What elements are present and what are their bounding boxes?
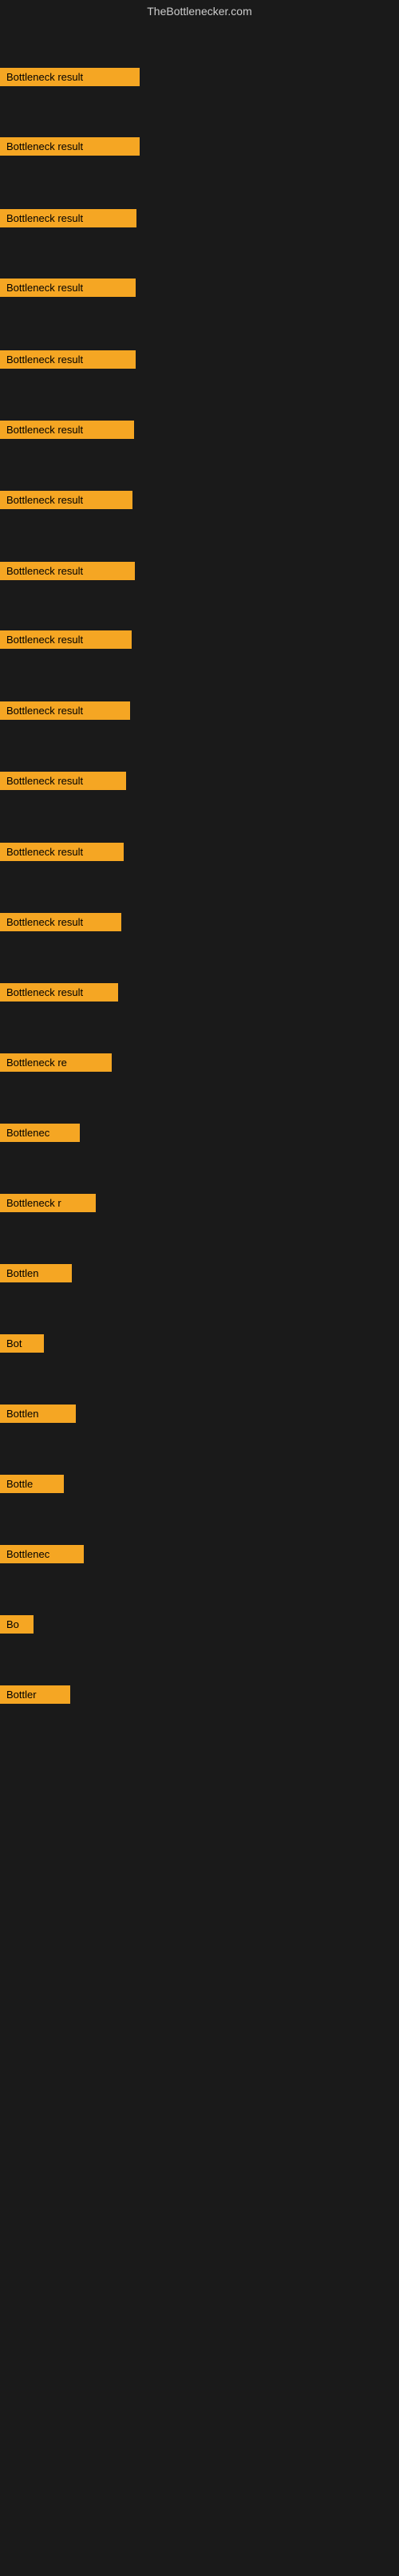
bottleneck-result-item[interactable]: Bottleneck result	[0, 68, 140, 86]
bottleneck-result-item[interactable]: Bottlenec	[0, 1124, 80, 1142]
bottleneck-result-item[interactable]: Bottleneck result	[0, 279, 136, 297]
bottleneck-result-item[interactable]: Bottleneck result	[0, 772, 126, 790]
bottleneck-result-item[interactable]: Bo	[0, 1615, 34, 1634]
bottleneck-result-item[interactable]: Bottleneck result	[0, 843, 124, 861]
bottleneck-result-item[interactable]: Bottleneck result	[0, 350, 136, 369]
bottleneck-result-item[interactable]: Bottleneck result	[0, 491, 132, 509]
bottleneck-result-item[interactable]: Bottleneck result	[0, 137, 140, 156]
site-title: TheBottlenecker.com	[0, 0, 399, 22]
bottleneck-result-item[interactable]: Bottleneck result	[0, 983, 118, 1002]
bottleneck-result-item[interactable]: Bottleneck re	[0, 1053, 112, 1072]
bottleneck-result-item[interactable]: Bottleneck result	[0, 701, 130, 720]
bottleneck-result-item[interactable]: Bottleneck result	[0, 209, 136, 227]
bottleneck-result-item[interactable]: Bot	[0, 1334, 44, 1353]
bottleneck-result-item[interactable]: Bottleneck result	[0, 913, 121, 931]
bottleneck-result-item[interactable]: Bottler	[0, 1685, 70, 1704]
bottleneck-result-item[interactable]: Bottleneck r	[0, 1194, 96, 1212]
bottleneck-result-item[interactable]: Bottle	[0, 1475, 64, 1493]
site-title-text: TheBottlenecker.com	[147, 5, 252, 18]
bottleneck-result-item[interactable]: Bottleneck result	[0, 630, 132, 649]
bottleneck-result-item[interactable]: Bottlen	[0, 1405, 76, 1423]
bottleneck-result-item[interactable]: Bottleneck result	[0, 562, 135, 580]
bottleneck-result-item[interactable]: Bottleneck result	[0, 421, 134, 439]
bottleneck-result-item[interactable]: Bottlen	[0, 1264, 72, 1282]
bottleneck-result-item[interactable]: Bottlenec	[0, 1545, 84, 1563]
